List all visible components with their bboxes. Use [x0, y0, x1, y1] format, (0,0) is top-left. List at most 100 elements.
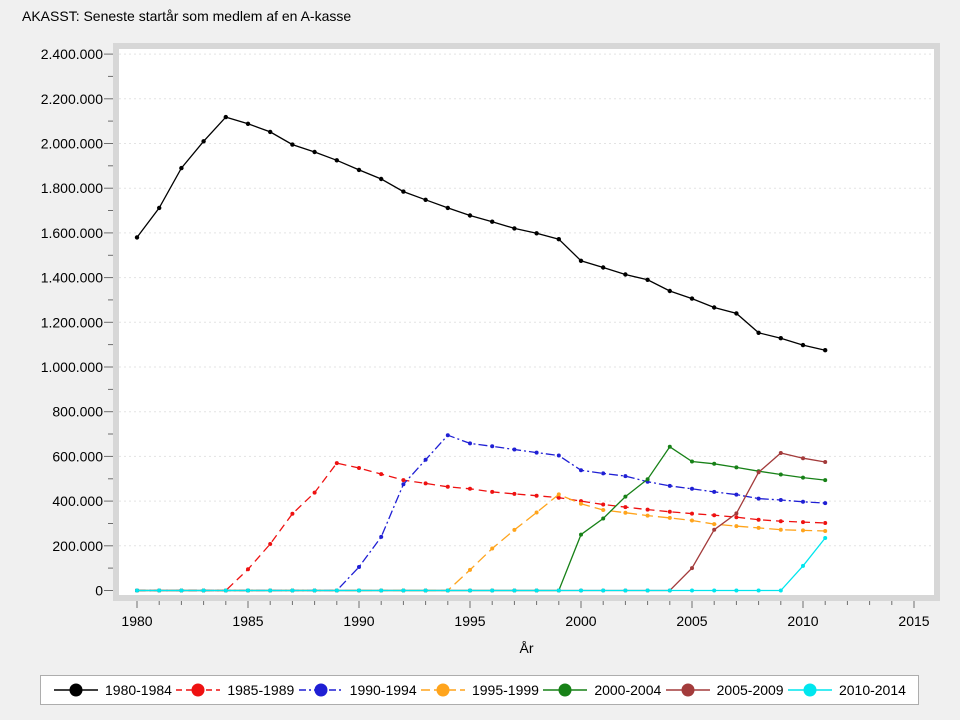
data-point [668, 445, 672, 449]
legend-item-2005-2009: 2005-2009 [665, 682, 784, 698]
data-point [357, 589, 361, 593]
x-tick-label: 2000 [565, 613, 596, 629]
data-point [446, 206, 450, 210]
legend-line-marker-icon [53, 682, 99, 698]
data-point [712, 522, 716, 526]
legend-dot [559, 684, 572, 697]
data-point [646, 514, 650, 518]
y-tick-label: 2.400.000 [41, 46, 103, 62]
y-tick-label: 1.600.000 [41, 225, 103, 241]
data-point [734, 493, 738, 497]
data-point [490, 490, 494, 494]
data-point [690, 487, 694, 491]
data-point [623, 474, 627, 478]
data-point [534, 231, 538, 235]
data-point [579, 259, 583, 263]
data-point [601, 508, 605, 512]
data-point [512, 492, 516, 496]
data-point [779, 589, 783, 593]
data-point [734, 511, 738, 515]
data-point [535, 494, 539, 498]
data-point [135, 235, 139, 239]
data-point [535, 451, 539, 455]
data-point [601, 503, 605, 507]
data-point [823, 501, 827, 505]
legend-dot [681, 684, 694, 697]
data-point [424, 589, 428, 593]
y-tick-label: 800.000 [52, 404, 103, 420]
legend-line-marker-icon [665, 682, 711, 698]
legend-dot [314, 684, 327, 697]
data-point [468, 213, 472, 217]
data-point [290, 512, 294, 516]
data-point [246, 589, 250, 593]
data-point [801, 500, 805, 504]
data-point [335, 589, 339, 593]
data-point [468, 487, 472, 491]
data-point [757, 470, 761, 474]
data-point [201, 139, 205, 143]
data-point [468, 568, 472, 572]
legend-label: 1990-1994 [350, 682, 417, 698]
data-point [823, 348, 827, 352]
data-point [512, 528, 516, 532]
data-point [646, 477, 650, 481]
data-point [623, 589, 627, 593]
data-point [357, 466, 361, 470]
data-point [401, 589, 405, 593]
legend-dot [192, 684, 205, 697]
data-point [756, 331, 760, 335]
data-point [179, 166, 183, 170]
data-point [712, 462, 716, 466]
data-point [512, 448, 516, 452]
y-tick-label: 1.800.000 [41, 180, 103, 196]
data-point [512, 226, 516, 230]
data-point [401, 189, 405, 193]
data-point [712, 589, 716, 593]
legend-item-1980-1984: 1980-1984 [53, 682, 172, 698]
data-point [779, 528, 783, 532]
data-point [290, 142, 294, 146]
data-point [646, 508, 650, 512]
data-point [646, 589, 650, 593]
legend-line-marker-icon [542, 682, 588, 698]
data-point [801, 343, 805, 347]
legend-line-marker-icon [787, 682, 833, 698]
y-tick-label: 400.000 [52, 493, 103, 509]
data-point [268, 589, 272, 593]
data-point [779, 519, 783, 523]
data-point [734, 515, 738, 519]
data-point [623, 495, 627, 499]
data-point [601, 265, 605, 269]
data-point [668, 289, 672, 293]
legend-item-1995-1999: 1995-1999 [420, 682, 539, 698]
data-point [490, 444, 494, 448]
data-point [268, 542, 272, 546]
data-point [823, 529, 827, 533]
data-point [623, 272, 627, 276]
data-point [379, 472, 383, 476]
data-point [690, 519, 694, 523]
data-point [290, 589, 294, 593]
data-point [535, 511, 539, 515]
data-point [668, 484, 672, 488]
legend-item-2000-2004: 2000-2004 [542, 682, 661, 698]
data-point [801, 528, 805, 532]
data-point [690, 566, 694, 570]
x-tick-label: 2015 [898, 613, 929, 629]
y-tick-label: 600.000 [52, 448, 103, 464]
legend-label: 2010-2014 [839, 682, 906, 698]
data-point [734, 524, 738, 528]
data-point [557, 589, 561, 593]
data-point [690, 512, 694, 516]
data-point [512, 589, 516, 593]
data-point [757, 526, 761, 530]
data-point [313, 491, 317, 495]
data-point [202, 589, 206, 593]
y-tick-label: 200.000 [52, 538, 103, 554]
data-point [446, 589, 450, 593]
data-point [734, 589, 738, 593]
legend-line-marker-icon [420, 682, 466, 698]
data-point [779, 451, 783, 455]
legend-label: 2000-2004 [594, 682, 661, 698]
